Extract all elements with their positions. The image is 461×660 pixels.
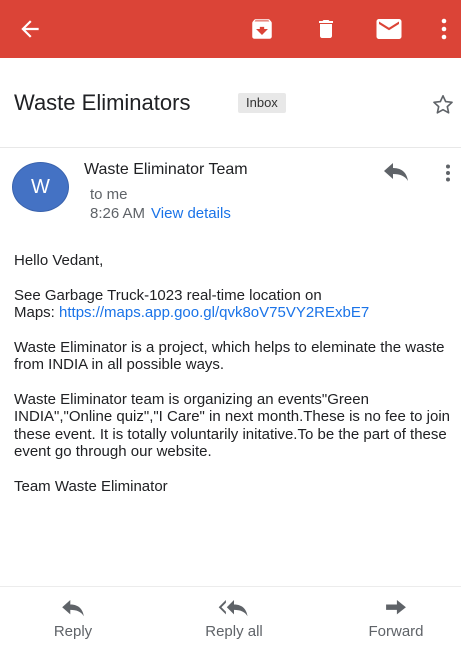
forward-icon [386, 600, 406, 615]
archive-icon [252, 19, 272, 39]
inbox-label[interactable]: Inbox [238, 93, 286, 113]
location-paragraph: See Garbage Truck-1023 real-time locatio… [14, 287, 459, 322]
location-prefix: Maps: [14, 304, 60, 321]
forward-button[interactable]: Forward [352, 598, 440, 648]
app-bar [0, 0, 461, 58]
sent-time: 8:26 AM [90, 205, 146, 222]
maps-link[interactable]: https://maps.app.goo.gl/qvk8oV75VY2RExbE… [59, 304, 369, 321]
signature: Team Waste Eliminator [14, 477, 168, 495]
more-options-button[interactable] [428, 0, 460, 58]
more-vertical-icon [441, 18, 447, 40]
header-divider [0, 147, 461, 148]
arrow-left-icon [21, 20, 39, 38]
greeting: Hello Vedant, [14, 252, 104, 269]
recipient-text: to me [90, 186, 128, 203]
reply-label: Reply [53, 623, 93, 640]
mail-icon [376, 19, 402, 39]
delete-button[interactable] [304, 0, 348, 58]
actions-divider [0, 586, 461, 587]
time-line: 8:26 AM View details [90, 205, 231, 222]
project-paragraph: Waste Eliminator is a project, which hel… [14, 338, 445, 374]
email-body: Hello Vedant, See Garbage Truck-1023 rea… [14, 252, 459, 512]
reply-all-button[interactable]: Reply all [188, 598, 280, 648]
reply-icon [384, 163, 408, 181]
view-details-link[interactable]: View details [151, 205, 231, 222]
reply-all-icon [218, 600, 248, 617]
sender-name: Waste Eliminator Team [84, 161, 248, 178]
message-more-button[interactable] [440, 160, 456, 186]
reply-icon [62, 600, 84, 617]
star-outline-icon [433, 94, 453, 114]
more-vertical-icon [446, 164, 450, 182]
location-text: See Garbage Truck-1023 real-time locatio… [14, 286, 322, 304]
reply-all-label: Reply all [205, 623, 263, 640]
email-subject: Waste Eliminators [14, 90, 191, 115]
events-paragraph: Waste Eliminator team is organizing an e… [14, 390, 450, 461]
mark-unread-button[interactable] [367, 0, 411, 58]
back-button[interactable] [8, 0, 52, 58]
reply-header-button[interactable] [380, 160, 412, 186]
sender-avatar[interactable]: W [12, 162, 69, 212]
forward-label: Forward [368, 623, 424, 640]
subject-row: Waste Eliminators Inbox [0, 76, 461, 132]
trash-icon [319, 20, 333, 38]
archive-button[interactable] [240, 0, 284, 58]
star-button[interactable] [428, 90, 458, 120]
reply-button[interactable]: Reply [36, 598, 110, 648]
